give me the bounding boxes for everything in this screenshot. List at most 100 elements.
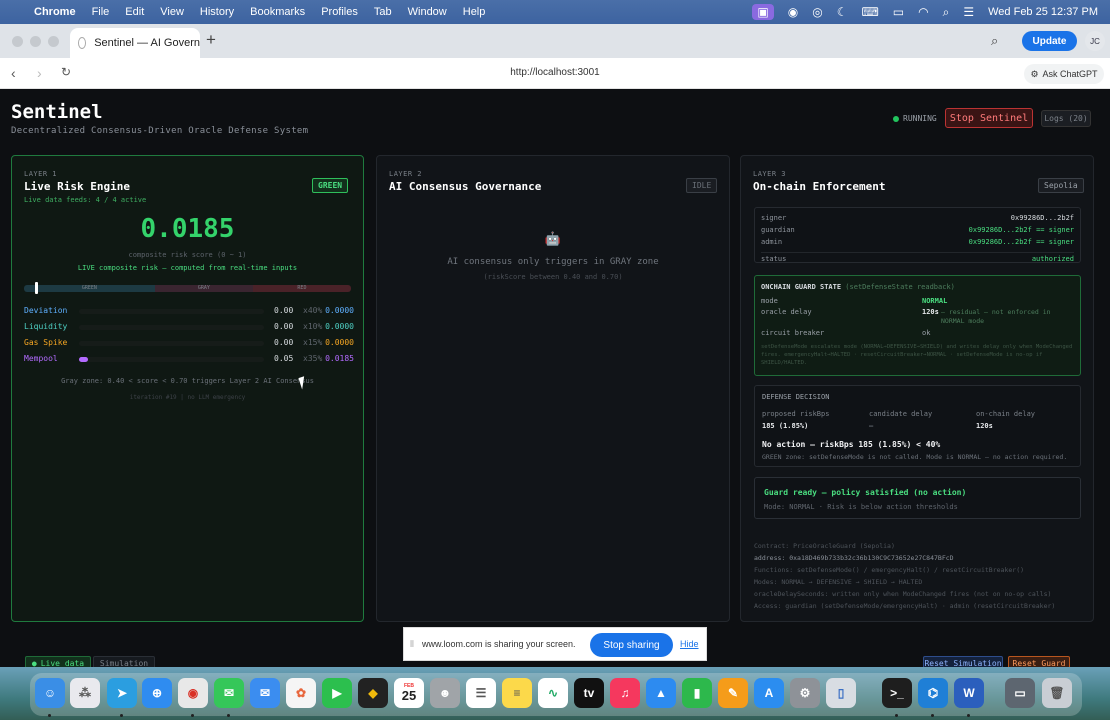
keyboard-icon[interactable]: ⌨ xyxy=(861,5,878,19)
reminders-icon[interactable]: ☰ xyxy=(466,678,496,708)
metric-weight: x15% xyxy=(303,338,323,347)
stop-sentinel-button[interactable]: Stop Sentinel xyxy=(945,108,1033,128)
word-icon[interactable]: W xyxy=(954,678,984,708)
terminal-icon[interactable]: >_ xyxy=(882,678,912,708)
safari-icon[interactable]: ⊕ xyxy=(142,678,172,708)
menu-file[interactable]: File xyxy=(92,6,110,18)
profile-avatar[interactable]: JC xyxy=(1085,31,1105,51)
new-tab-plus-icon[interactable]: + xyxy=(206,30,216,50)
window-controls xyxy=(12,36,59,47)
metric-name: Deviation xyxy=(24,306,68,315)
chrome-icon[interactable]: ◉ xyxy=(178,678,208,708)
contract-functions: Functions: setDefenseMode() / emergencyH… xyxy=(754,566,1025,574)
gauge-gray-zone: GRAY xyxy=(154,285,253,292)
contract-address[interactable]: address: 0xa18D469b733b32c36b130C9C73652… xyxy=(754,554,1081,562)
contacts-icon[interactable]: ☻ xyxy=(430,678,460,708)
update-button[interactable]: Update xyxy=(1022,31,1077,51)
loom-icon[interactable]: ◎ xyxy=(812,5,822,19)
metric-row-gas-spike: Gas Spike 0.00 x15% 0.0000 xyxy=(24,338,354,350)
menu-clock[interactable]: Wed Feb 25 12:37 PM xyxy=(988,6,1098,18)
role-guardian: guardian 0x99286D...2b2f == signer xyxy=(761,226,1074,234)
telegram-icon[interactable]: ➤ xyxy=(107,678,137,708)
downloads-folder-icon[interactable]: ▭ xyxy=(1005,678,1035,708)
wifi-icon[interactable]: ◠ xyxy=(918,5,928,19)
menu-app-name[interactable]: Chrome xyxy=(34,6,76,18)
search-tabs-icon[interactable]: ⌕ xyxy=(991,33,998,49)
decision-explanation: GREEN zone: setDefenseMode is not called… xyxy=(762,453,1068,461)
photos-icon[interactable]: ✿ xyxy=(286,678,316,708)
notes-icon[interactable]: ≡ xyxy=(502,678,532,708)
numbers-icon[interactable]: ▮ xyxy=(682,678,712,708)
stop-sharing-button[interactable]: Stop sharing xyxy=(590,633,673,657)
menu-tab[interactable]: Tab xyxy=(374,6,392,18)
logs-button[interactable]: Logs (20) xyxy=(1041,110,1091,127)
browser-tab[interactable]: Sentinel — AI Govern xyxy=(70,28,200,58)
decision-result: No action — riskBps 185 (1.85%) < 40% xyxy=(762,440,941,449)
role-key: signer xyxy=(761,214,787,222)
running-indicator xyxy=(191,714,194,717)
app-store-icon[interactable]: A xyxy=(754,678,784,708)
freeform-icon[interactable]: ∿ xyxy=(538,678,568,708)
binance-icon[interactable]: ◆ xyxy=(358,678,388,708)
moon-icon[interactable]: ☾ xyxy=(837,5,848,19)
composite-risk-score: 0.0185 xyxy=(140,214,235,244)
live-composite-label: LIVE composite risk — computed from real… xyxy=(77,264,298,272)
decision-header: DEFENSE DECISION xyxy=(762,393,830,401)
mail-icon[interactable]: ✉ xyxy=(250,678,280,708)
guard-head-note: (setDefenseState readback) xyxy=(845,283,955,291)
preview-icon[interactable]: ▯ xyxy=(826,678,856,708)
menu-bookmarks[interactable]: Bookmarks xyxy=(250,6,305,18)
menu-help[interactable]: Help xyxy=(463,6,486,18)
role-signer: signer 0x99286D...2b2f xyxy=(761,214,1074,222)
metric-name: Liquidity xyxy=(24,322,68,331)
menu-window[interactable]: Window xyxy=(408,6,447,18)
maximize-window-button[interactable] xyxy=(48,36,59,47)
metric-result: 0.0000 xyxy=(325,306,354,315)
address-bar[interactable]: http://localhost:3001 xyxy=(0,67,1110,78)
menu-bar: Chrome File Edit View History Bookmarks … xyxy=(0,0,1110,24)
control-center-icon[interactable]: ☰ xyxy=(963,5,974,19)
metric-row-liquidity: Liquidity 0.00 x10% 0.0000 xyxy=(24,322,354,334)
screen-share-icon[interactable]: ▣ xyxy=(752,4,774,20)
record-icon[interactable]: ◉ xyxy=(788,5,798,19)
pages-icon[interactable]: ✎ xyxy=(718,678,748,708)
launchpad-icon[interactable]: ⁂ xyxy=(70,678,100,708)
hide-link[interactable]: Hide xyxy=(680,639,699,649)
metric-value: 0.05 xyxy=(274,354,294,363)
battery-icon[interactable]: ▭ xyxy=(893,5,904,19)
guard-description: setDefenseMode escalates mode (NORMAL→DE… xyxy=(761,344,1073,366)
keynote-icon[interactable]: ▲ xyxy=(646,678,676,708)
facetime-icon[interactable]: ▶ xyxy=(322,678,352,708)
trash-icon[interactable]: 🗑 xyxy=(1042,678,1072,708)
metric-name: Gas Spike xyxy=(24,338,68,347)
ai-status-badge: IDLE xyxy=(686,178,718,193)
menu-view[interactable]: View xyxy=(160,6,184,18)
metric-bar xyxy=(79,309,264,314)
minimize-window-button[interactable] xyxy=(30,36,41,47)
roles-box: signer 0x99286D...2b2f guardian 0x99286D… xyxy=(754,207,1081,263)
system-settings-icon[interactable]: ⚙ xyxy=(790,678,820,708)
metric-weight: x10% xyxy=(303,322,323,331)
browser-toolbar: ‹ › ↻ http://localhost:3001 ⚙ Ask ChatGP… xyxy=(0,58,1110,89)
contract-oracle-delay: oracleDelaySeconds: written only when Mo… xyxy=(754,590,1052,598)
oracle-delay-note: — residual — not enforced in NORMAL mode xyxy=(941,308,1051,325)
ask-chatgpt-button[interactable]: ⚙ Ask ChatGPT xyxy=(1024,64,1104,84)
layer3-card: LAYER 3 On-chain Enforcement Sepolia sig… xyxy=(740,155,1094,622)
robot-icon: 🤖 xyxy=(544,232,562,247)
running-indicator xyxy=(227,714,230,717)
drag-handle-icon[interactable]: ⦀ xyxy=(410,639,414,650)
messages-icon[interactable]: ✉ xyxy=(214,678,244,708)
metric-weight: x35% xyxy=(303,354,323,363)
close-window-button[interactable] xyxy=(12,36,23,47)
circuit-breaker-key: circuit breaker xyxy=(761,329,825,337)
music-icon[interactable]: ♫ xyxy=(610,678,640,708)
finder-icon[interactable]: ☺ xyxy=(35,678,65,708)
menu-profiles[interactable]: Profiles xyxy=(321,6,358,18)
spotlight-icon[interactable]: ⌕ xyxy=(943,5,950,20)
menu-edit[interactable]: Edit xyxy=(125,6,144,18)
vscode-icon[interactable]: ⌬ xyxy=(918,678,948,708)
calendar-icon[interactable]: FEB 25 xyxy=(394,678,424,708)
apple-tv-icon[interactable]: tv xyxy=(574,678,604,708)
menu-history[interactable]: History xyxy=(200,6,234,18)
layer1-label: LAYER 1 xyxy=(24,170,58,178)
